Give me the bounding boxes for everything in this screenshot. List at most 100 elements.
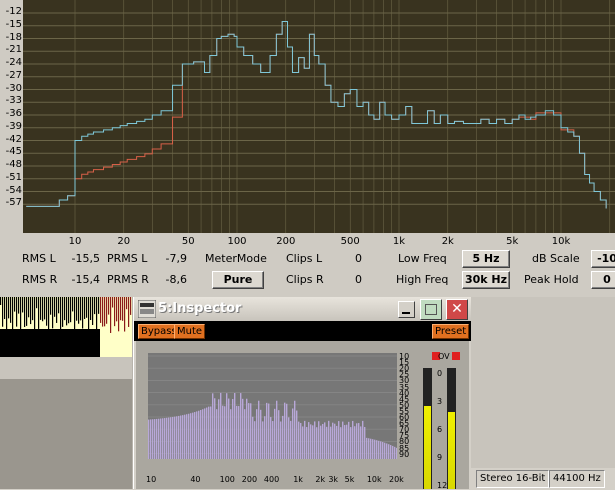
inspector-spectrum-bar	[356, 423, 358, 459]
rms-l-label: RMS L	[22, 252, 56, 265]
close-button[interactable]: ✕	[446, 299, 468, 320]
inspector-freq-tick: 10k	[366, 475, 382, 484]
y-tick-label: -21	[5, 44, 22, 56]
inspector-spectrum-bar	[264, 416, 266, 459]
clips-l-label: Clips L	[286, 252, 323, 265]
maximize-button[interactable]	[420, 299, 442, 320]
inspector-spectrum-bar	[262, 421, 264, 459]
low-freq-button[interactable]: 5 Hz	[462, 250, 510, 268]
high-freq-button[interactable]: 30k Hz	[462, 271, 510, 289]
inspector-spectrum-bar	[284, 402, 286, 459]
waveform-view[interactable]	[0, 297, 132, 357]
mute-button[interactable]: Mute	[174, 324, 206, 339]
inspector-spectrum-bar	[192, 412, 194, 459]
inspector-spectrum-bar	[328, 420, 330, 459]
waveform-bar	[36, 297, 38, 309]
inspector-spectrum-bar	[346, 424, 348, 459]
inspector-spectrum-bar	[290, 420, 292, 459]
inspector-spectrum-bar	[266, 402, 268, 459]
inspector-spectrum-bar	[252, 416, 254, 459]
inspector-spectrum-bar	[320, 425, 322, 459]
inspector-spectrum-bar	[330, 426, 332, 459]
inspector-spectrum-bar	[180, 415, 182, 459]
db-scale-button[interactable]: -10	[591, 250, 615, 268]
inspector-freq-tick: 20k	[389, 475, 404, 484]
inspector-spectrum-bar	[348, 421, 350, 459]
waveform-bar	[26, 297, 28, 326]
waveform-bar	[108, 297, 110, 315]
waveform-bar	[70, 297, 72, 323]
close-icon: ✕	[451, 301, 463, 317]
meter-mode-button[interactable]: Pure	[212, 271, 264, 289]
waveform-bar	[80, 297, 82, 321]
maximize-icon	[425, 304, 437, 315]
waveform-bar	[116, 297, 118, 322]
y-tick-label: -15	[5, 18, 22, 30]
waveform-bar	[90, 297, 92, 321]
inspector-spectrum-bar	[282, 415, 284, 459]
inspector-spectrum-bar	[234, 392, 236, 459]
minimize-button[interactable]	[398, 301, 415, 318]
inspector-spectrum-bar	[214, 398, 216, 459]
waveform-bar	[44, 297, 46, 320]
x-tick-label: 10k	[551, 236, 571, 247]
inspector-spectrum-bar	[382, 442, 384, 459]
inspector-spectrum-bar	[270, 417, 272, 459]
inspector-window: 5:Inspector ✕ Bypass Mute Preset OV 10 15…	[133, 297, 471, 490]
inspector-spectrum-bar	[342, 421, 344, 459]
waveform-bar	[32, 297, 34, 321]
waveform-scroll-area[interactable]	[0, 357, 132, 379]
waveform-bar	[98, 297, 100, 314]
status-format: Stereo 16-Bit	[476, 470, 550, 488]
inspector-freq-tick: 400	[263, 475, 280, 484]
inspector-spectrum-bar	[366, 437, 368, 459]
waveform-bar	[54, 297, 56, 317]
inspector-spectrum	[148, 353, 397, 459]
inspector-titlebar[interactable]: 5:Inspector ✕	[134, 297, 471, 321]
spectrum-plot	[23, 0, 615, 233]
x-tick-label: 2k	[441, 236, 454, 247]
inspector-spectrum-bar	[184, 414, 186, 459]
inspector-spectrum-bar	[370, 438, 372, 459]
inspector-spectrum-bar	[274, 408, 276, 459]
inspector-spectrum-bar	[208, 406, 210, 459]
inspector-spectrum-bar	[312, 425, 314, 459]
inspector-freq-tick: 40	[190, 475, 201, 484]
inspector-spectrum-bar	[168, 417, 170, 459]
inspector-freq-tick: 5k	[344, 475, 355, 484]
waveform-bar	[124, 297, 126, 332]
inspector-spectrum-bar	[178, 415, 180, 459]
waveform-bar	[102, 297, 104, 327]
high-freq-label: High Freq	[396, 273, 449, 286]
inspector-spectrum-bar	[198, 410, 200, 459]
inspector-spectrum-bar	[232, 399, 234, 459]
inspector-spectrum-bar	[224, 406, 226, 459]
preset-button[interactable]: Preset	[432, 324, 470, 339]
inspector-freq-tick: 2k	[315, 475, 326, 484]
inspector-spectrum-bar	[152, 419, 154, 459]
inspector-spectrum-bar	[298, 421, 300, 459]
waveform-bar	[128, 297, 130, 327]
waveform-bar	[34, 297, 36, 335]
inspector-spectrum-bar	[358, 423, 360, 459]
inspector-spectrum-bar	[384, 442, 386, 459]
waveform-bar	[48, 297, 50, 332]
inspector-spectrum-bar	[368, 438, 370, 459]
right-pane	[470, 297, 615, 489]
inspector-spectrum-bar	[340, 427, 342, 459]
inspector-spectrum-bar	[162, 418, 164, 459]
inspector-spectrum-bar	[258, 400, 260, 459]
inspector-spectrum-bar	[196, 411, 198, 459]
inspector-spectrum-bar	[288, 417, 290, 459]
inspector-spectrum-bar	[256, 409, 258, 459]
meter-tick: 3	[437, 397, 443, 406]
inspector-spectrum-bar	[236, 405, 238, 459]
inspector-spectrum-bar	[338, 421, 340, 459]
peak-hold-button[interactable]: 0	[591, 271, 615, 289]
waveform-bar	[58, 297, 60, 314]
inspector-spectrum-bar	[394, 446, 396, 459]
waveform-bar	[76, 297, 78, 321]
waveform-bar	[40, 297, 42, 320]
inspector-spectrum-bar	[386, 443, 388, 459]
inspector-spectrum-bar	[268, 403, 270, 459]
